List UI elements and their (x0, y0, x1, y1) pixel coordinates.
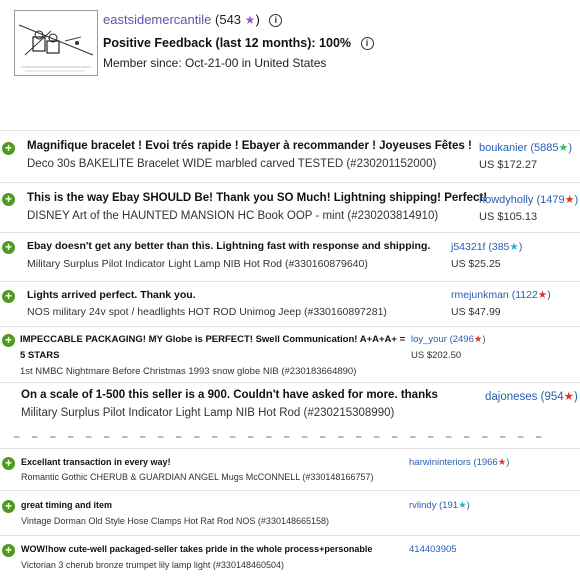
divider (0, 232, 580, 233)
buyer-link[interactable]: harwininteriors (1966★) (409, 457, 509, 468)
feedback-comment: WOW!how cute-well packaged-seller takes … (21, 544, 373, 554)
feedback-comment: Excellant transaction in every way! (21, 457, 171, 467)
buyer-count: (191 (439, 500, 459, 511)
red-star-icon: ★ (473, 334, 483, 345)
feedback-item[interactable]: 1st NMBC Nightmare Before Christmas 1993… (20, 366, 356, 377)
feedback-item[interactable]: Military Surplus Pilot Indicator Light L… (21, 407, 394, 419)
purple-star-icon: ★ (244, 13, 256, 27)
feedback-item[interactable]: Deco 30s BAKELITE Bracelet WIDE marbled … (27, 158, 436, 170)
buyer-link[interactable]: dajoneses (954★) (485, 389, 578, 403)
feedback-price: US $172.27 (479, 159, 538, 171)
red-star-icon: ★ (563, 391, 574, 403)
seller-feedback-count-close: ) (255, 12, 260, 27)
buyer-name[interactable]: dajoneses (485, 391, 537, 403)
teal-star-icon: ★ (458, 500, 467, 511)
plus-circle-icon: + (2, 193, 15, 206)
buyer-count: (1122 (511, 289, 538, 301)
plus-circle-icon: + (2, 334, 15, 347)
buyer-link[interactable]: 414403905 (409, 544, 457, 555)
feedback-comment-continued: 5 STARS (20, 350, 60, 361)
red-star-icon: ★ (537, 289, 548, 301)
feedback-price: US $202.50 (411, 350, 462, 361)
buyer-name[interactable]: rmejunkman (451, 289, 509, 301)
info-icon[interactable]: i (360, 37, 374, 50)
feedback-comment: On a scale of 1-500 this seller is a 900… (21, 389, 438, 401)
buyer-link[interactable]: loy_your (2496★) (411, 334, 486, 345)
buyer-name[interactable]: loy_your (411, 334, 447, 345)
feedback-comment: Lights arrived perfect. Thank you. (27, 289, 196, 301)
seller-feedback-count: (543 (215, 12, 242, 27)
plus-circle-icon: + (2, 457, 15, 470)
divider (0, 448, 580, 449)
buyer-count: (954 (540, 391, 564, 403)
feedback-item[interactable]: NOS military 24v spot / headlights HOT R… (27, 306, 387, 318)
feedback-comment: Ebay doesn't get any better than this. L… (27, 240, 431, 252)
plus-circle-icon: + (2, 290, 15, 303)
seller-cartoon-image (14, 10, 98, 76)
buyer-link[interactable]: howdyholly (1479★) (479, 193, 578, 206)
partial-row-edge (14, 436, 554, 438)
green-star-icon: ★ (558, 142, 569, 154)
buyer-link[interactable]: rmejunkman (1122★) (451, 289, 551, 301)
buyer-name[interactable]: howdyholly (479, 194, 533, 206)
buyer-link[interactable]: boukanier (5885★) (479, 141, 572, 154)
feedback-price: US $105.13 (479, 211, 538, 223)
buyer-count: (385 (488, 241, 510, 253)
buyer-name[interactable]: harwininteriors (409, 457, 471, 468)
seller-header: eastsidemercantile (543 ★) i Positive Fe… (0, 0, 580, 110)
feedback-comment: This is the way Ebay SHOULD Be! Thank yo… (27, 192, 488, 204)
buyer-name[interactable]: 414403905 (409, 544, 457, 555)
seller-name-link[interactable]: eastsidemercantile (103, 12, 211, 27)
feedback-item[interactable]: Vintage Dorman Old Style Hose Clamps Hot… (21, 516, 329, 526)
feedback-item[interactable]: Victorian 3 cherub bronze trumpet lily l… (21, 560, 284, 570)
buyer-name[interactable]: rvlindy (409, 500, 436, 511)
info-icon[interactable]: i (269, 14, 283, 27)
positive-feedback: Positive Feedback (last 12 months): 100%… (103, 36, 374, 50)
seller-summary: eastsidemercantile (543 ★) i (103, 12, 283, 27)
member-since: Member since: Oct-21-00 in United States (103, 56, 327, 70)
buyer-name[interactable]: boukanier (479, 142, 527, 154)
buyer-link[interactable]: rvlindy (191★) (409, 500, 470, 511)
feedback-price: US $25.25 (451, 258, 501, 270)
plus-circle-icon: + (2, 142, 15, 155)
buyer-name[interactable]: j54321f (451, 241, 485, 253)
positive-feedback-text: Positive Feedback (last 12 months): 100% (103, 36, 352, 50)
red-star-icon: ★ (497, 457, 507, 468)
divider (0, 281, 580, 282)
feedback-item[interactable]: Romantic Gothic CHERUB & GUARDIAN ANGEL … (21, 472, 373, 482)
divider (0, 535, 580, 536)
buyer-count: (2496 (449, 334, 474, 345)
buyer-count: (1479 (536, 194, 565, 206)
divider (0, 490, 580, 491)
divider (0, 130, 580, 131)
plus-circle-icon: + (2, 544, 15, 557)
divider (0, 382, 580, 383)
feedback-comment: IMPECCABLE PACKAGING! MY Globe is PERFEC… (20, 334, 406, 345)
feedback-comment: Magnifique bracelet ! Evoi trés rapide !… (27, 140, 472, 152)
buyer-link[interactable]: j54321f (385★) (451, 241, 522, 253)
feedback-comment: great timing and item (21, 500, 113, 510)
divider (0, 326, 580, 327)
red-star-icon: ★ (564, 194, 575, 206)
buyer-count: (1966 (473, 457, 498, 468)
teal-star-icon: ★ (509, 241, 519, 253)
divider (0, 182, 580, 183)
plus-circle-icon: + (2, 241, 15, 254)
feedback-item[interactable]: DISNEY Art of the HAUNTED MANSION HC Boo… (27, 210, 438, 222)
plus-circle-icon: + (2, 500, 15, 513)
feedback-item[interactable]: Military Surplus Pilot Indicator Light L… (27, 258, 368, 270)
feedback-price: US $47.99 (451, 306, 501, 318)
buyer-count: (5885 (530, 142, 559, 154)
